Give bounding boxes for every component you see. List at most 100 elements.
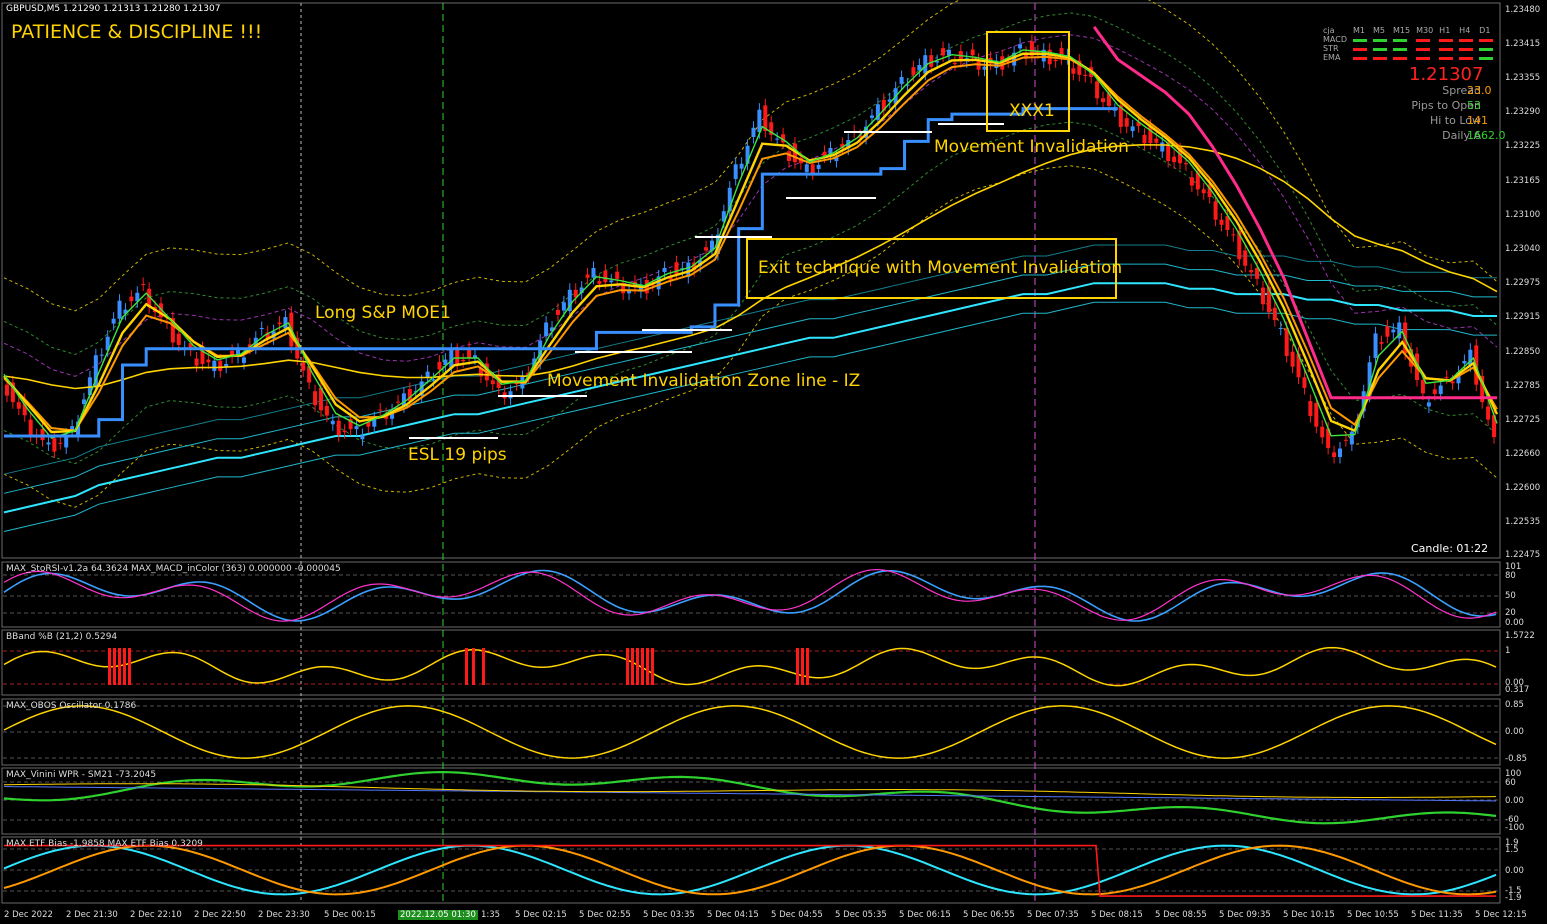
candle-body: [313, 391, 318, 406]
bband-hist-bar: [108, 648, 111, 685]
time-tick: 5 Dec 12:15: [1475, 910, 1527, 920]
candle-body: [1095, 81, 1100, 99]
price-tick: 1.22850: [1505, 347, 1541, 357]
time-tick: 5 Dec 00:15: [324, 910, 376, 920]
candle-body: [1284, 327, 1289, 357]
price-tick: 1.23040: [1505, 244, 1541, 254]
time-tick: 5 Dec 06:55: [963, 910, 1015, 920]
bband-hist-bar: [482, 648, 485, 685]
long-entry-label: Long S&P MOE1: [315, 303, 451, 323]
time-tick: 2 Dec 21:30: [66, 910, 118, 920]
candle-body: [431, 379, 436, 381]
candle-body: [1450, 381, 1455, 384]
candle-body: [425, 371, 430, 378]
spread-value: 23.0: [1467, 84, 1492, 97]
candle-body: [609, 280, 614, 283]
candle-body: [194, 358, 199, 366]
chart-canvas[interactable]: [0, 0, 1547, 924]
candle-body: [437, 361, 442, 370]
price-tick: 1.22975: [1505, 278, 1541, 288]
candle-body: [1332, 452, 1337, 457]
candle-body: [1426, 402, 1431, 407]
candle-body: [1213, 201, 1218, 220]
time-tick: 5 Dec 02:15: [515, 910, 567, 920]
subwindow-3-title: MAX_OBOS Oscillator 0.1786: [6, 701, 137, 711]
candle-body: [206, 359, 211, 363]
candle-body: [1160, 142, 1165, 152]
series-line: [3, 301, 1497, 532]
time-tick: 5 Dec 10:15: [1283, 910, 1335, 920]
price-tick: 1.23480: [1505, 5, 1541, 15]
candle-body: [561, 302, 566, 311]
candle-body: [342, 430, 347, 433]
candle-body: [1124, 118, 1129, 127]
sub-tick: -100: [1505, 823, 1525, 833]
candle-body: [324, 405, 329, 416]
candle-body: [775, 138, 780, 140]
candle-body: [1172, 156, 1177, 163]
candle-body: [739, 163, 744, 169]
candle-body: [1438, 385, 1443, 394]
candle-body: [704, 247, 709, 251]
candle-body: [603, 270, 608, 283]
candle-body: [1243, 250, 1248, 266]
candle-body: [1308, 401, 1313, 417]
bband-hist-bar: [465, 648, 468, 685]
bband-hist-bar: [806, 648, 809, 685]
sub-tick: 0.317: [1505, 685, 1530, 695]
subwindow-2-title: BBand %B (21,2) 0.5294: [6, 632, 118, 642]
time-tick: 5 Dec 05:35: [835, 910, 887, 920]
wpr-line: [3, 771, 1497, 825]
candle-body: [1142, 134, 1147, 144]
candle-body: [804, 164, 809, 172]
pips-to-open-value: 53: [1467, 99, 1481, 112]
price-tick: 1.22535: [1505, 517, 1541, 527]
candle-body: [52, 438, 57, 452]
matrix-col: M5: [1372, 26, 1385, 35]
candle-body: [259, 327, 264, 330]
current-price: 1.21307: [1409, 64, 1484, 85]
sub-tick: 0.85: [1505, 700, 1524, 710]
candle-body: [1385, 326, 1390, 337]
bband-hist-bar: [123, 648, 126, 685]
matrix-row: MACD: [1323, 35, 1347, 44]
sub-tick: 0.00: [1505, 618, 1524, 628]
movement-invalidation-label: Movement Invalidation: [934, 137, 1129, 157]
candle-body: [1231, 234, 1236, 236]
time-tick: 5 Dec 06:15: [899, 910, 951, 920]
candle-body: [330, 420, 335, 425]
time-tick: 5 Dec 10:55: [1347, 910, 1399, 920]
subwindow-4-title: MAX_Vinini WPR - SM21 -73.2045: [6, 770, 157, 780]
candle-body: [1278, 327, 1283, 329]
candle-body: [1320, 426, 1325, 438]
candle-body: [1249, 270, 1254, 273]
band-line: [3, 165, 1498, 508]
price-tick: 1.23100: [1505, 210, 1541, 220]
candle-body: [911, 67, 916, 75]
time-tick: 5 Dec 04:15: [707, 910, 759, 920]
candle-body: [544, 322, 549, 337]
price-tick: 1.22725: [1505, 415, 1541, 425]
candle-body: [585, 274, 590, 278]
candle-body: [1219, 219, 1224, 225]
candle-body: [941, 48, 946, 56]
time-tick: 5 Dec 11:35: [1411, 910, 1463, 920]
candle-body: [597, 281, 602, 284]
matrix-col: D1: [1479, 26, 1491, 35]
sub-tick: 1.5: [1505, 845, 1519, 855]
candle-body: [99, 354, 104, 356]
daily-value: 1662.0: [1467, 129, 1506, 142]
bband-hist-bar: [796, 648, 799, 685]
exit-technique-label: Exit technique with Movement Invalidatio…: [758, 258, 1123, 278]
candle-body: [751, 127, 756, 138]
hi-to-low-value: 141: [1467, 114, 1488, 127]
bband-hist-bar: [113, 648, 116, 685]
candle-body: [1189, 177, 1194, 186]
sub-tick: 20: [1505, 608, 1516, 618]
candle-body: [16, 402, 21, 409]
bband-hist-bar: [636, 648, 639, 685]
candle-body: [490, 380, 495, 385]
bband-hist-bar: [646, 648, 649, 685]
sub-tick: 0.00: [1505, 796, 1524, 806]
sub-tick: 0.00: [1505, 727, 1524, 737]
